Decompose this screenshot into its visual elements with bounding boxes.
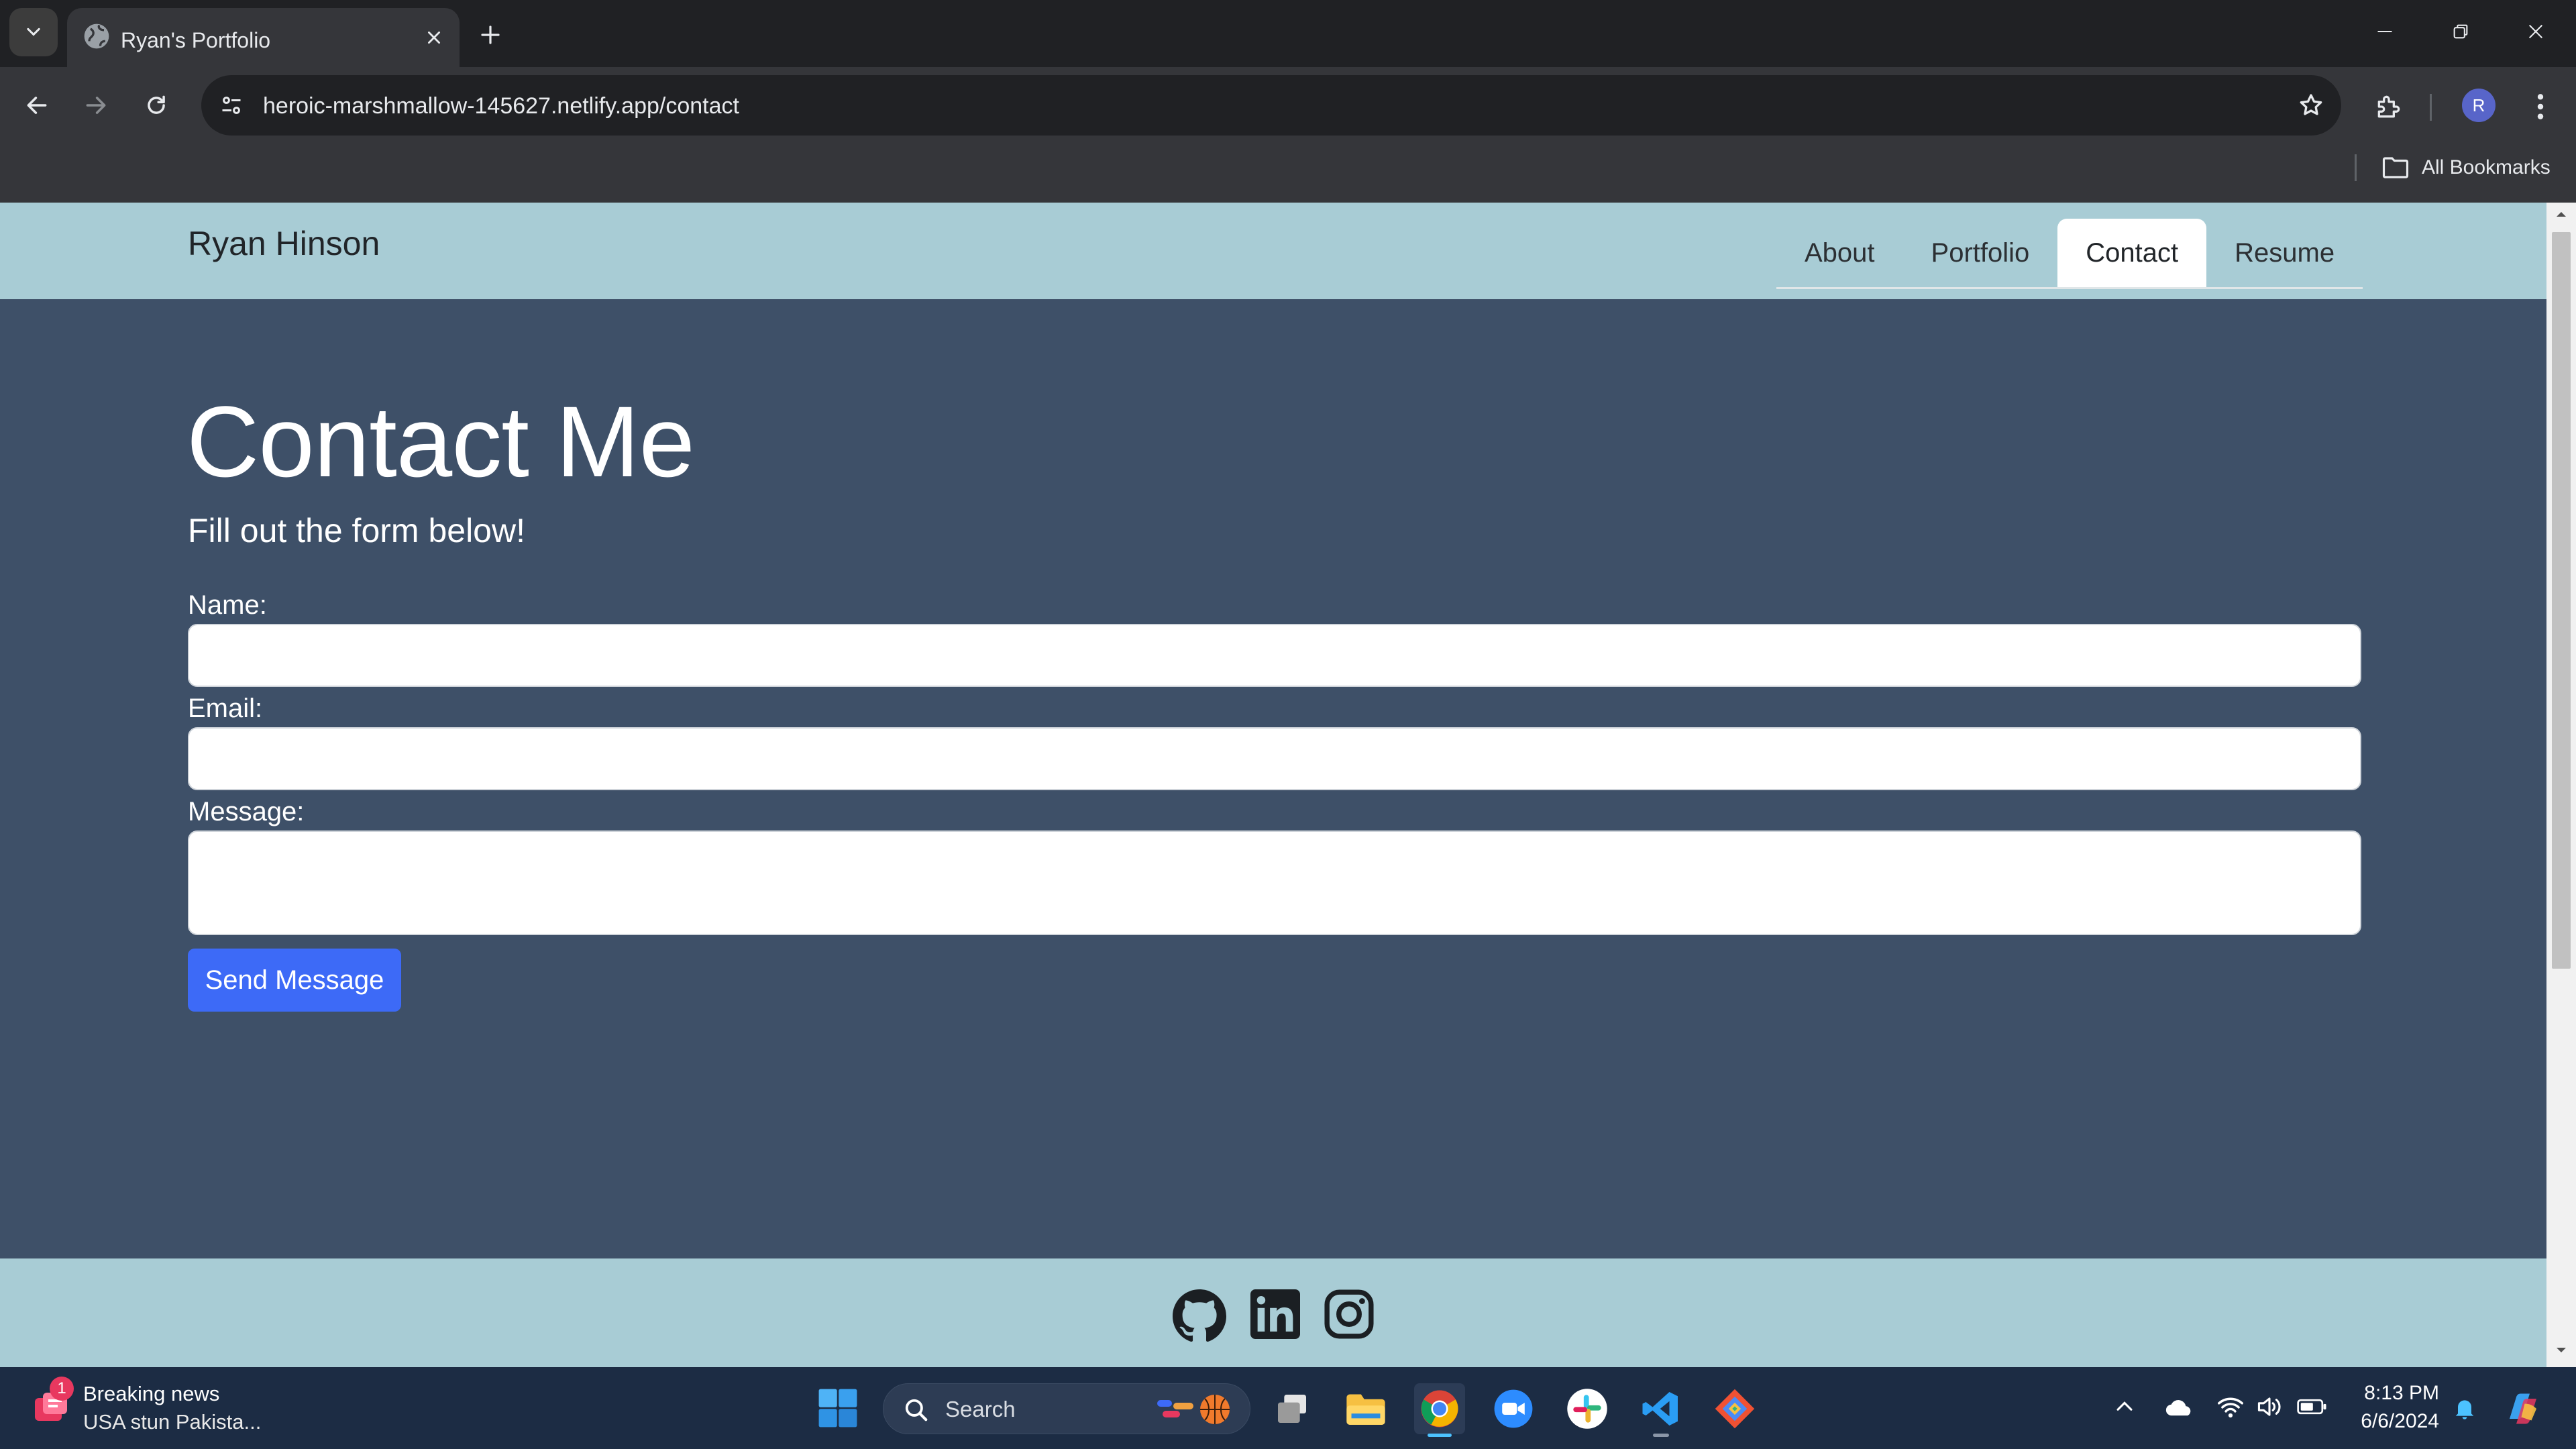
folder-icon [2382,157,2409,178]
scrollbar-thumb[interactable] [2552,232,2571,969]
scroll-down-arrow-icon[interactable] [2555,1346,2568,1355]
news-subtitle[interactable]: USA stun Pakista... [83,1410,261,1434]
nav-contact[interactable]: Contact [2057,219,2207,287]
message-label: Message: [188,797,305,826]
minimize-icon [2377,30,2392,33]
address-bar[interactable]: heroic-marshmallow-145627.netlify.app/co… [201,75,2341,136]
all-bookmarks-button[interactable]: All Bookmarks [2381,148,2551,188]
zoom-icon [1494,1389,1533,1428]
bookmarks-divider [2355,154,2357,181]
chevron-down-icon [27,28,40,36]
email-input[interactable] [188,727,2361,790]
taskbar-app-file-explorer[interactable] [1340,1383,1391,1434]
page-viewport: Ryan Hinson About Portfolio Contact Resu… [0,203,2546,1367]
extensions-button[interactable] [2368,86,2410,127]
windows-start-icon[interactable] [817,1387,859,1429]
tab-close-button[interactable] [421,24,447,51]
arrow-left-icon [27,97,47,114]
search-label: Search [945,1397,1016,1421]
back-button[interactable] [13,82,60,129]
vscode-icon [1642,1392,1678,1426]
close-icon [2528,24,2543,39]
clock-date[interactable]: 6/6/2024 [2348,1410,2439,1433]
reload-button[interactable] [133,82,180,129]
browser-toolbar: heroic-marshmallow-145627.netlify.app/co… [0,67,2576,203]
plus-icon [481,25,500,44]
taskbar-app-slack[interactable] [1562,1383,1613,1434]
taskbar-app-chrome[interactable] [1414,1383,1465,1437]
nav-resume[interactable]: Resume [2206,219,2363,287]
taskbar-app-git[interactable] [1709,1383,1760,1434]
browser-menu-button[interactable] [2524,86,2557,127]
search-icon [905,1399,928,1421]
linkedin-icon[interactable] [1250,1289,1300,1339]
close-icon [428,32,440,44]
more-vertical-icon [2537,94,2544,119]
browser-tab-bar: Ryan's Portfolio [0,0,2576,67]
wifi-icon[interactable] [2216,1394,2245,1419]
taskbar-app-zoom[interactable] [1488,1383,1539,1434]
volume-icon[interactable] [2255,1394,2284,1419]
chevron-up-icon[interactable] [2113,1395,2136,1418]
taskbar-app-task-view[interactable] [1267,1383,1318,1434]
globe-icon [84,23,109,49]
reload-icon [148,95,165,114]
message-textarea[interactable] [188,830,2361,935]
page-scrollbar[interactable] [2546,203,2576,1367]
tab-search-button[interactable] [9,8,58,56]
slack-icon [1567,1389,1607,1429]
site-nav: About Portfolio Contact Resume [1776,219,2363,289]
scroll-up-arrow-icon[interactable] [2555,209,2568,219]
onedrive-icon[interactable] [2164,1395,2195,1418]
email-label: Email: [188,694,263,723]
new-tab-button[interactable] [473,17,508,52]
clock-time[interactable]: 8:13 PM [2348,1382,2439,1405]
name-input[interactable] [188,624,2361,687]
news-title[interactable]: Breaking news [83,1382,219,1406]
window-close-button[interactable] [2519,15,2553,48]
copilot-icon[interactable] [2502,1389,2544,1429]
page-subtitle: Fill out the form below! [188,512,525,549]
browser-tab-active[interactable]: Ryan's Portfolio [67,8,460,67]
chrome-icon [1421,1390,1458,1428]
restore-icon [2453,24,2468,39]
url-text[interactable]: heroic-marshmallow-145627.netlify.app/co… [263,75,739,136]
site-info-button[interactable] [215,89,248,122]
github-icon[interactable] [1173,1289,1226,1343]
window-restore-button[interactable] [2444,15,2477,48]
page-title: Contact Me [186,385,695,498]
all-bookmarks-label: All Bookmarks [2422,156,2551,178]
task-view-icon [1278,1395,1306,1423]
profile-avatar[interactable]: R [2462,89,2496,122]
site-footer [0,1258,2546,1367]
taskbar: 1 Breaking news USA stun Pakista... Sear… [0,1367,2576,1449]
site-header: Ryan Hinson About Portfolio Contact Resu… [0,203,2546,299]
site-brand[interactable]: Ryan Hinson [188,224,380,263]
nav-about[interactable]: About [1776,219,1903,287]
tab-title: Ryan's Portfolio [121,28,271,52]
puzzle-icon [2377,95,2400,118]
git-icon [1715,1389,1755,1429]
tune-icon [222,97,241,114]
battery-icon[interactable] [2297,1397,2328,1417]
basketball-icon [1157,1395,1230,1424]
send-message-button[interactable]: Send Message [188,949,401,1012]
star-icon [2300,94,2322,115]
running-indicator [1428,1434,1452,1437]
running-indicator [1653,1434,1669,1437]
notification-badge: 1 [50,1377,74,1401]
window-minimize-button[interactable] [2368,15,2402,48]
name-label: Name: [188,590,267,620]
bookmark-star-button[interactable] [2294,89,2328,122]
folder-icon [1346,1394,1385,1425]
bell-icon[interactable] [2451,1394,2478,1422]
taskbar-search[interactable]: Search [883,1383,1250,1434]
nav-portfolio[interactable]: Portfolio [1903,219,2058,287]
toolbar-divider [2430,94,2432,121]
instagram-icon[interactable] [1324,1289,1374,1339]
taskbar-app-vscode[interactable] [1635,1383,1686,1437]
arrow-right-icon [86,97,106,114]
forward-button[interactable] [72,82,119,129]
